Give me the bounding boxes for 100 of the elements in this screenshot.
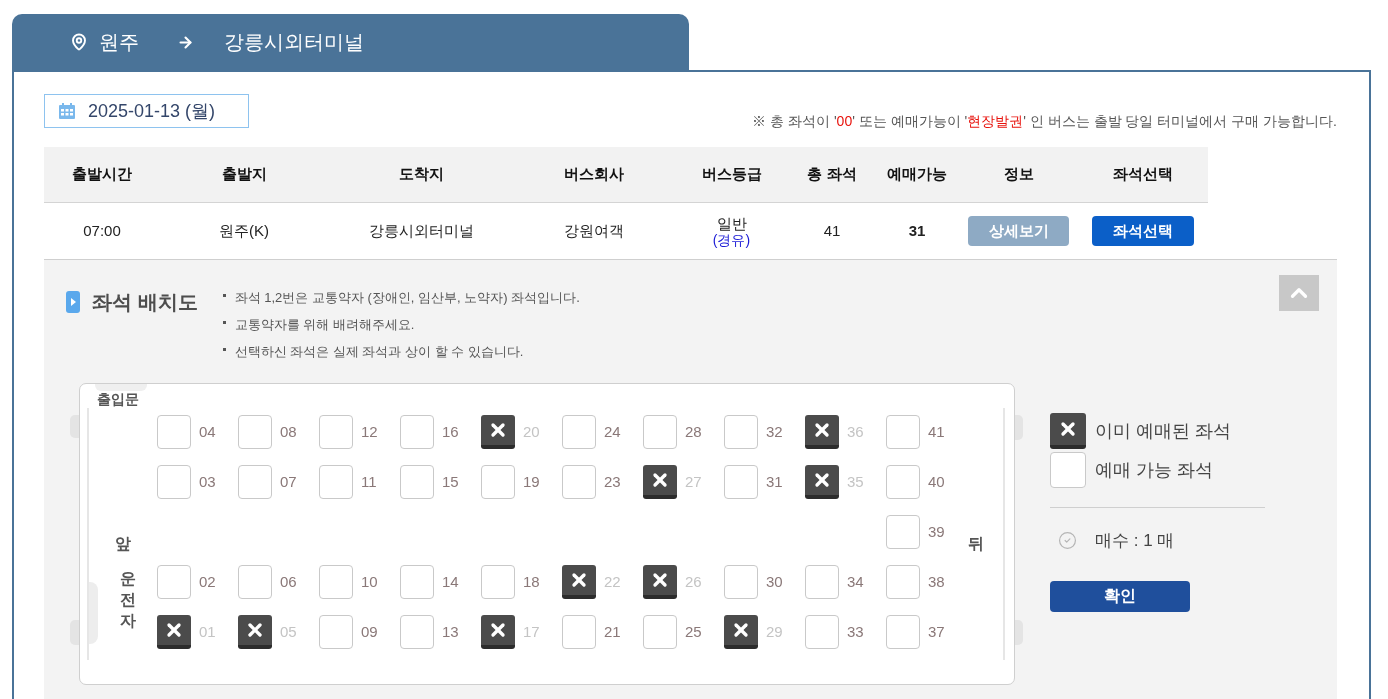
seat-number: 40 bbox=[928, 471, 945, 492]
seat-number: 10 bbox=[361, 571, 378, 592]
column-header: 예매가능 bbox=[887, 164, 947, 185]
seat-number: 19 bbox=[523, 471, 540, 492]
seat-checkbox[interactable] bbox=[157, 415, 191, 449]
seat-number: 22 bbox=[604, 571, 621, 592]
seat-checkbox[interactable] bbox=[805, 615, 839, 649]
check-circle-icon bbox=[1058, 531, 1077, 551]
seat-number: 05 bbox=[280, 621, 297, 642]
seat-checkbox[interactable] bbox=[238, 465, 272, 499]
seat-checkbox[interactable] bbox=[724, 415, 758, 449]
driver-label: 운전자 bbox=[119, 569, 136, 631]
x-mark-icon bbox=[1058, 419, 1078, 439]
wheel-marker bbox=[70, 620, 79, 645]
seat-number: 03 bbox=[199, 471, 216, 492]
seat-checkbox[interactable] bbox=[400, 615, 434, 649]
seat-checkbox[interactable] bbox=[562, 415, 596, 449]
table-cell-text: 07:00 bbox=[83, 220, 121, 241]
seat-checkbox[interactable] bbox=[319, 415, 353, 449]
seat-checkbox[interactable] bbox=[319, 465, 353, 499]
wheel-marker bbox=[70, 415, 79, 438]
seat-checkbox[interactable] bbox=[157, 465, 191, 499]
seat-checkbox[interactable] bbox=[886, 415, 920, 449]
calendar-icon bbox=[59, 103, 75, 119]
seat-number: 25 bbox=[685, 621, 702, 642]
x-mark-icon bbox=[488, 620, 508, 640]
seat-number: 06 bbox=[280, 571, 297, 592]
bullet-icon bbox=[222, 348, 226, 351]
note-text: 교통약자를 위해 배려해주세요. bbox=[234, 315, 415, 334]
column-header: 버스등급 bbox=[701, 164, 762, 185]
seat-number: 32 bbox=[766, 421, 783, 442]
seat-number: 04 bbox=[199, 421, 216, 442]
x-mark-icon bbox=[569, 570, 589, 590]
column-header: 좌석선택 bbox=[1112, 164, 1173, 185]
rear-label: 뒤 bbox=[968, 534, 984, 554]
seat-checkbox[interactable] bbox=[562, 615, 596, 649]
seat-checkbox[interactable] bbox=[481, 465, 515, 499]
column-header: 총 좌석 bbox=[807, 164, 857, 185]
seat-checkbox[interactable] bbox=[562, 465, 596, 499]
seat-checkbox[interactable] bbox=[886, 615, 920, 649]
x-mark-icon bbox=[488, 420, 508, 440]
note-text: 선택하신 좌석은 실제 좌석과 상이 할 수 있습니다. bbox=[234, 342, 524, 361]
seat-checkbox[interactable] bbox=[886, 515, 920, 549]
seat-number: 38 bbox=[928, 571, 945, 592]
date-selector[interactable]: 2025-01-13 (월) bbox=[44, 94, 249, 128]
door-marker bbox=[95, 384, 147, 391]
x-mark-icon bbox=[245, 620, 265, 640]
note-text: 좌석 1,2번은 교통약자 (장애인, 임산부, 노약자) 좌석입니다. bbox=[234, 288, 580, 307]
table-cell-text: 원주(K) bbox=[219, 220, 269, 241]
legend-label: 예매 가능 좌석 bbox=[1095, 458, 1213, 482]
seat-number: 09 bbox=[361, 621, 378, 642]
seat-checkbox[interactable] bbox=[643, 415, 677, 449]
confirm-button[interactable]: 확인 bbox=[1050, 580, 1190, 612]
seat-checkbox[interactable] bbox=[724, 565, 758, 599]
table-cell-text: 41 bbox=[823, 220, 841, 241]
door-label: 출입문 bbox=[97, 391, 139, 407]
seat-number: 30 bbox=[766, 571, 783, 592]
seat-checkbox[interactable] bbox=[319, 565, 353, 599]
seat-checkbox[interactable] bbox=[724, 465, 758, 499]
seat-number: 08 bbox=[280, 421, 297, 442]
front-label: 앞 bbox=[115, 534, 131, 554]
seat-checkbox[interactable] bbox=[643, 615, 677, 649]
wheel-marker bbox=[1015, 620, 1023, 645]
origin-text: 원주 bbox=[99, 30, 139, 55]
x-mark-icon bbox=[812, 470, 832, 490]
seat-checkbox[interactable] bbox=[886, 565, 920, 599]
seat-checkbox[interactable] bbox=[238, 565, 272, 599]
seat-number: 33 bbox=[847, 621, 864, 642]
location-pin-icon bbox=[70, 33, 88, 51]
seat-checkbox[interactable] bbox=[400, 465, 434, 499]
seat-checkbox[interactable] bbox=[400, 565, 434, 599]
seat-number: 21 bbox=[604, 621, 621, 642]
x-mark-icon bbox=[650, 470, 670, 490]
date-text: 2025-01-13 (월) bbox=[88, 99, 216, 123]
seat-number: 17 bbox=[523, 621, 540, 642]
seat-number: 12 bbox=[361, 421, 378, 442]
seat-checkbox[interactable] bbox=[319, 615, 353, 649]
seat-checkbox[interactable] bbox=[238, 415, 272, 449]
seat-number: 34 bbox=[847, 571, 864, 592]
seat-checkbox[interactable] bbox=[481, 565, 515, 599]
seat-checkbox[interactable] bbox=[805, 565, 839, 599]
seat-number: 20 bbox=[523, 421, 540, 442]
seat-checkbox[interactable] bbox=[157, 565, 191, 599]
seat-number: 27 bbox=[685, 471, 702, 492]
seat-number: 24 bbox=[604, 421, 621, 442]
table-cell: 일반 bbox=[716, 215, 747, 232]
seat-number: 35 bbox=[847, 471, 864, 492]
table-cell-text: 강원여객 bbox=[564, 220, 624, 241]
seat-number: 23 bbox=[604, 471, 621, 492]
seat-number: 28 bbox=[685, 421, 702, 442]
seat-number: 02 bbox=[199, 571, 216, 592]
seat-number: 11 bbox=[361, 471, 377, 492]
seat-number: 41 bbox=[928, 421, 945, 442]
wheel-marker bbox=[1015, 415, 1023, 440]
seat-checkbox[interactable] bbox=[400, 415, 434, 449]
column-header: 버스회사 bbox=[564, 164, 624, 185]
collapse-button[interactable] bbox=[1279, 275, 1319, 311]
select-seat-button[interactable]: 좌석선택 bbox=[1091, 216, 1194, 246]
arrow-right-icon bbox=[177, 33, 194, 51]
seat-checkbox[interactable] bbox=[886, 465, 920, 499]
